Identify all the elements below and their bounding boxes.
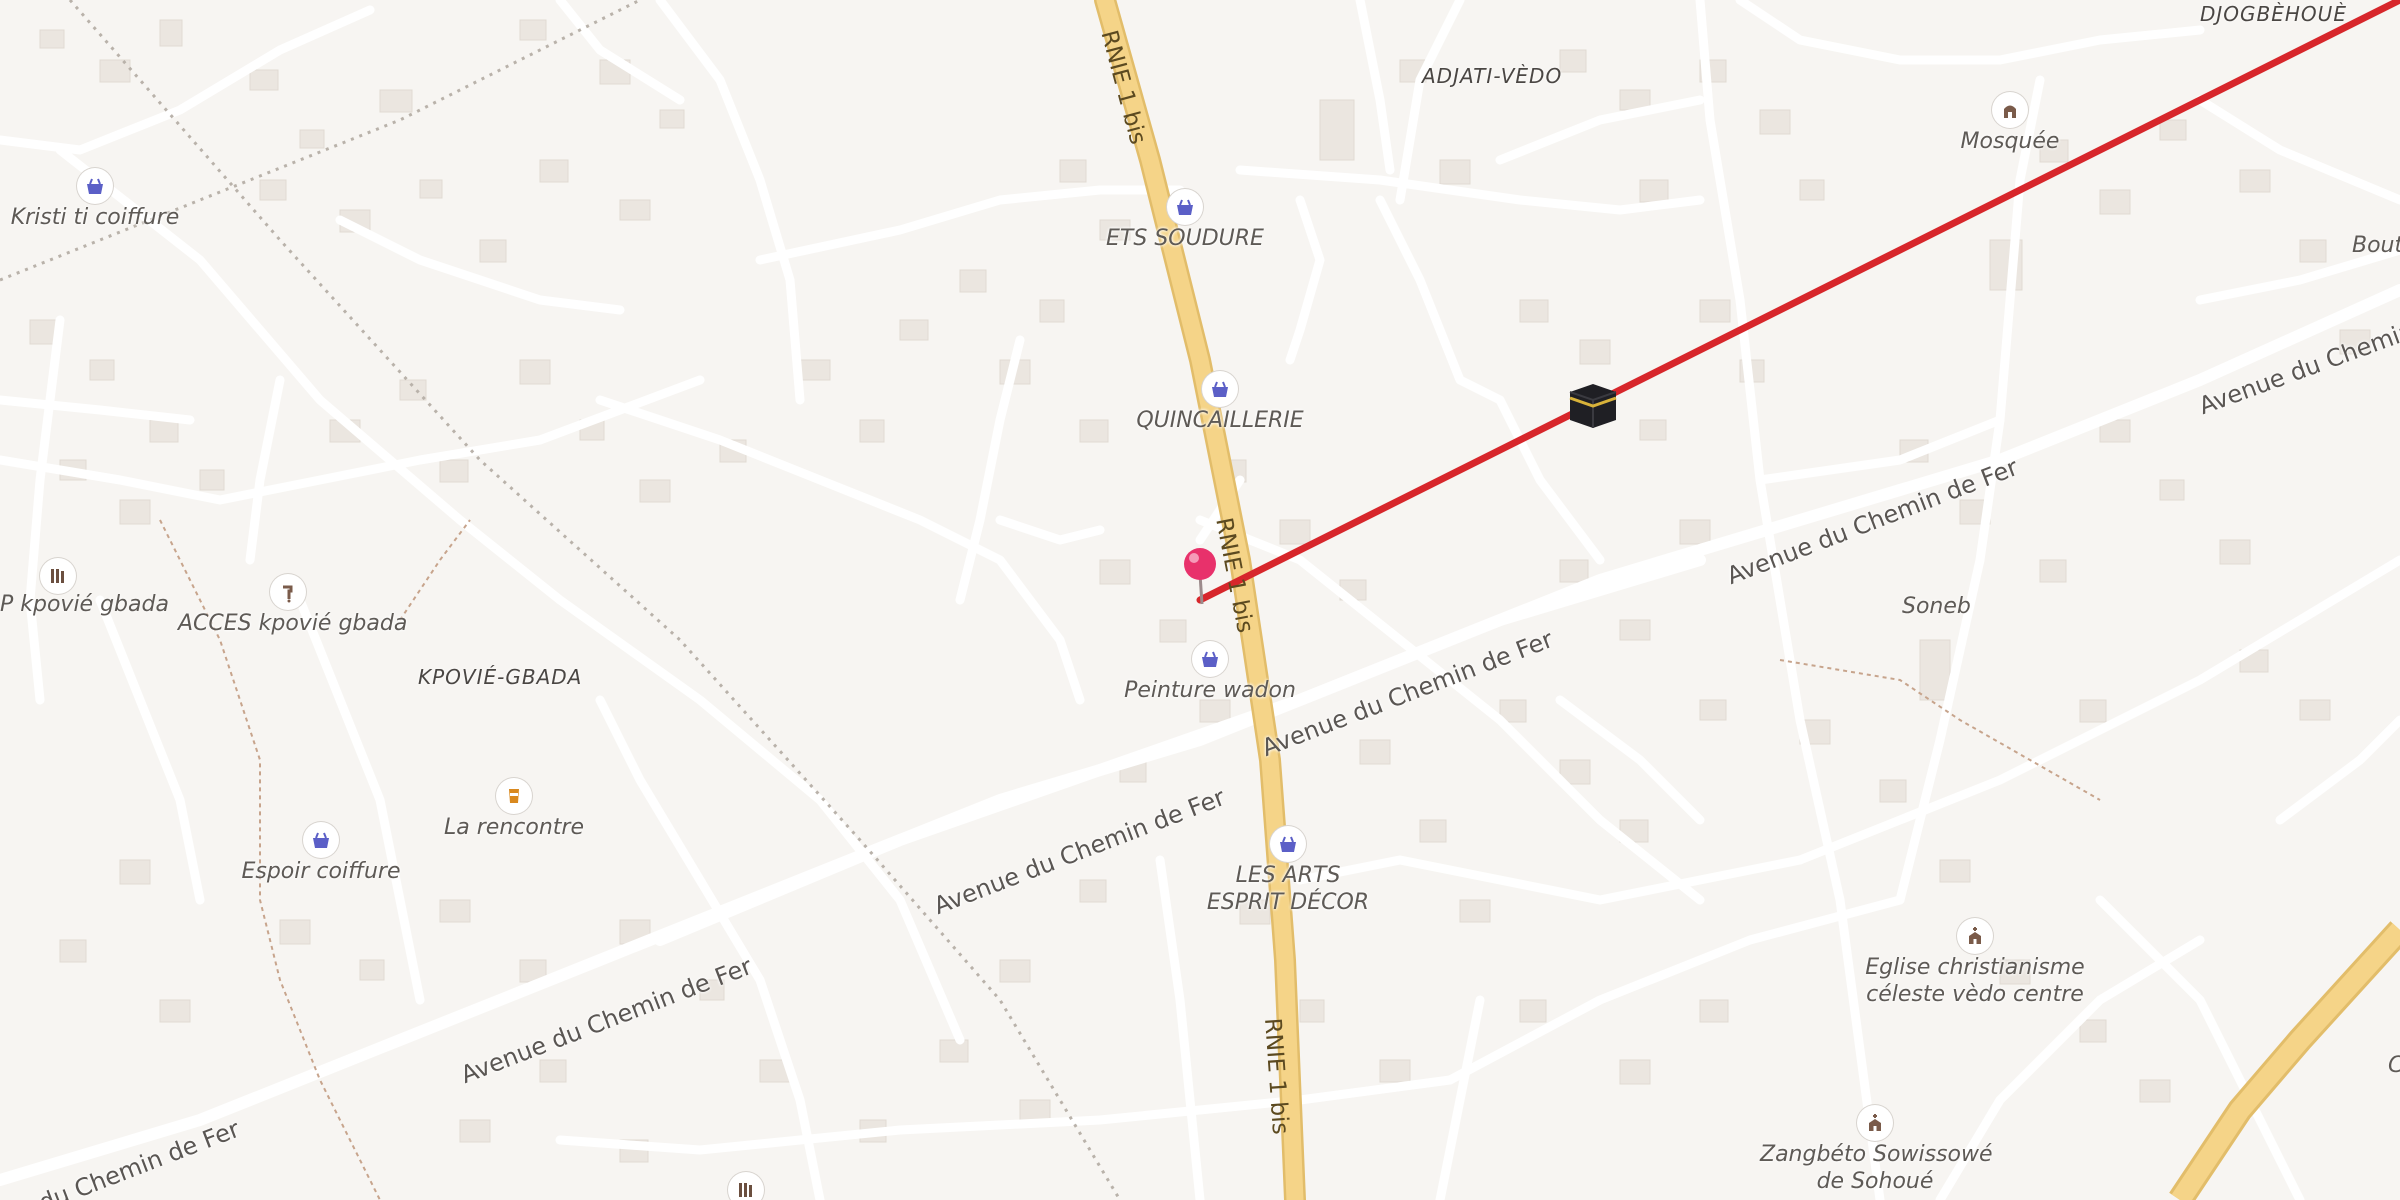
poi-eglise[interactable]: Eglise christianisme céleste vèdo centre <box>1860 918 2090 1008</box>
poi-mosquee[interactable]: Mosquée <box>1950 92 2070 155</box>
poi-kristi[interactable]: Kristi ti coiffure <box>0 168 190 231</box>
poi-label: Eglise christianisme <box>1865 955 2085 980</box>
poi-ets-soudure[interactable]: ETS SOUDURE <box>1105 189 1265 252</box>
poi-label: Espoir coiffure <box>241 859 401 884</box>
poi-label-line2: céleste vèdo centre <box>1866 982 2084 1007</box>
place-djogbehoue: DJOGBÈHOUÈ <box>2200 2 2347 26</box>
poi-peinture[interactable]: Peinture wadon <box>1120 641 1300 704</box>
mosque-icon <box>1992 92 2028 128</box>
shopping-basket-icon <box>77 168 113 204</box>
poi-quincaillerie[interactable]: QUINCAILLERIE <box>1130 371 1310 434</box>
shopping-basket-icon <box>1192 641 1228 677</box>
poi-library-south[interactable] <box>728 1172 764 1200</box>
motorway-fill <box>2171 923 2400 1200</box>
poi-label: La rencontre <box>444 815 584 840</box>
shopping-basket-icon <box>1202 371 1238 407</box>
poi-la-rencontre[interactable]: La rencontre <box>434 778 594 841</box>
poi-les-arts[interactable]: LES ARTS ESPRIT DÉCOR <box>1200 826 1376 916</box>
poi-label: Zangbéto Sowissowé <box>1760 1142 1993 1167</box>
kaaba-icon[interactable] <box>1566 378 1620 432</box>
poi-library-west[interactable] <box>40 558 76 594</box>
place-p-kpovie: P kpovié gbada <box>0 592 169 617</box>
shopping-basket-icon <box>303 822 339 858</box>
shopping-basket-icon <box>1270 826 1306 862</box>
library-icon <box>40 558 76 594</box>
drink-icon <box>496 778 532 814</box>
poi-zangbeto[interactable]: Zangbéto Sowissowé de Sohoué <box>1760 1105 1993 1195</box>
church-icon <box>1957 918 1993 954</box>
shopping-basket-icon <box>1167 189 1203 225</box>
poi-label: ACCES kpovié gbada <box>178 611 408 636</box>
poi-label: Kristi ti coiffure <box>10 205 180 230</box>
place-c-edge: C <box>2388 1053 2400 1078</box>
library-icon <box>728 1172 764 1200</box>
poi-label-line2: ESPRIT DÉCOR <box>1206 890 1370 915</box>
tap-icon <box>270 574 306 610</box>
church-icon <box>1857 1105 1893 1141</box>
poi-label: LES ARTS <box>1235 863 1341 888</box>
location-pin-icon[interactable] <box>1180 546 1220 606</box>
poi-label: ETS SOUDURE <box>1106 226 1264 251</box>
place-adjati-vedo: ADJATI-VÈDO <box>1422 64 1563 88</box>
poi-label: Mosquée <box>1960 129 2060 154</box>
poi-espoir[interactable]: Espoir coiffure <box>236 822 406 885</box>
map-view[interactable]: DJOGBÈHOUÈ ADJATI-VÈDO KPOVIÉ-GBADA Sone… <box>0 0 2400 1200</box>
poi-label-line2: de Sohoué <box>1816 1169 1934 1194</box>
place-soneb: Soneb <box>1902 594 1971 619</box>
place-kpovie-gbada: KPOVIÉ-GBADA <box>418 665 583 689</box>
poi-label: QUINCAILLERIE <box>1136 408 1304 433</box>
poi-acces[interactable]: ACCES kpovié gbada <box>178 574 408 637</box>
place-bouta: Bouta <box>2352 233 2400 258</box>
poi-label: Peinture wadon <box>1124 678 1296 703</box>
